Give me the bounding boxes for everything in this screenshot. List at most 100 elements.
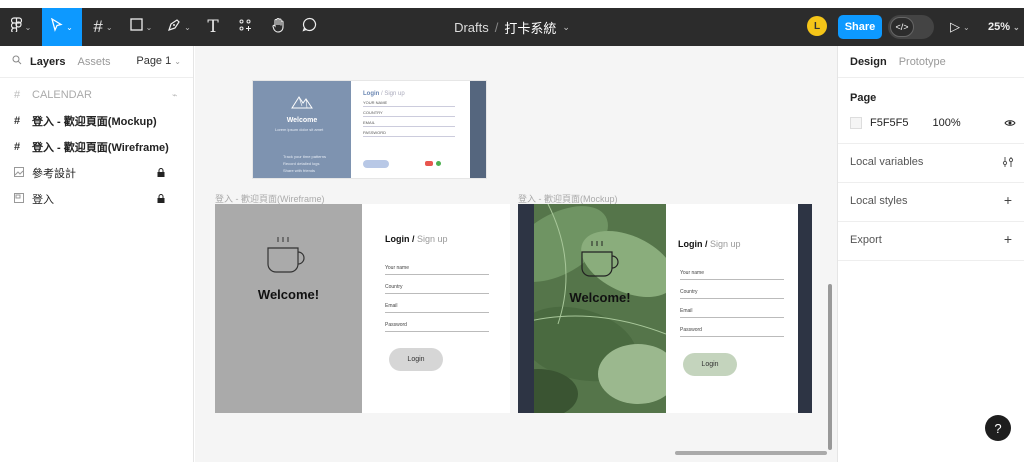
layer-label: 登入 [32,194,54,206]
left-panel: Layers Assets Page 1 ⌄ # CALENDAR ⌁ # 登入… [0,46,194,462]
mockup-email-field[interactable]: Email [680,308,784,318]
zoom-control[interactable]: 25% ⌄ [988,8,1020,46]
square-icon [129,18,143,36]
mockup-welcome: Welcome! [569,290,631,305]
comment-tool-button[interactable] [296,8,322,46]
mockup-login-button[interactable]: Login [683,353,737,376]
local-variables-section[interactable]: Local variables [838,144,1024,183]
thumb-edge [470,81,486,178]
mockup-login-title: Login / Sign up [678,239,741,249]
comment-icon [301,17,317,37]
reference-design-frame[interactable]: Welcome Lorem ipsum dolor sit amet Track… [253,81,486,178]
present-button[interactable]: ▷ ⌄ [950,8,970,46]
hash-icon: # [14,141,21,153]
plus-icon[interactable]: + [1004,192,1012,208]
frame-tool-button[interactable]: # ⌄ [86,8,120,46]
mountain-icon [291,96,313,109]
page-heading: Page [850,92,877,104]
chevron-down-icon: ⌄ [174,57,181,66]
wireframe-hero-panel: Welcome! [215,204,362,413]
play-icon: ▷ [950,19,960,34]
wireframe-email-field[interactable]: Email [385,303,489,313]
hand-tool-button[interactable] [264,8,292,46]
resources-icon [238,18,252,37]
eye-icon[interactable] [1004,118,1016,130]
horizontal-scrollbar[interactable] [675,451,827,455]
wireframe-frame[interactable]: Welcome! Login / Sign up Your name Count… [215,204,510,413]
mockup-hero-panel: Welcome! [518,204,666,413]
thumb-login-button [363,160,389,168]
dev-mode-toggle[interactable]: </> [888,15,934,39]
export-section[interactable]: Export + [838,222,1024,261]
thumb-login-text: Login [363,91,380,97]
chevron-down-icon: ⌄ [1013,22,1020,32]
mockup-password-field[interactable]: Password [680,327,784,337]
thumb-field: COUNTRY [363,107,455,117]
mockup-frame[interactable]: Welcome! Login / Sign up Your name Count… [518,204,812,413]
layer-reference[interactable]: 參考設計 [0,160,193,186]
hand-icon [271,17,286,38]
page-color-swatch[interactable] [850,117,862,129]
hash-icon: # [14,115,21,127]
right-panel: Design Prototype Page F5F5F5 100% Local … [837,46,1024,462]
login-title-text: Login / [385,234,415,244]
tab-design[interactable]: Design [850,56,887,68]
layer-wireframe[interactable]: # 登入 - 歡迎頁面(Wireframe) [0,134,193,160]
toolbar: ⌄ ⌄ # ⌄ ⌄ ⌄ T Drafts / 打卡系統 ⌄ L Share </… [0,0,1024,46]
text-tool-button[interactable]: T [200,8,226,46]
search-icon[interactable] [12,55,22,68]
lock-icon[interactable] [157,167,165,179]
local-styles-section[interactable]: Local styles + [838,183,1024,222]
wireframe-password-field[interactable]: Password [385,322,489,332]
layer-calendar[interactable]: # CALENDAR ⌁ [0,82,193,108]
leaf-background-image [518,204,666,413]
mockup-name-field[interactable]: Your name [680,270,784,280]
shape-tool-button[interactable]: ⌄ [124,8,158,46]
page-opacity-value[interactable]: 100% [933,117,961,129]
coffee-cup-icon [267,237,305,273]
export-label: Export [850,234,882,246]
chevron-down-icon: ⌄ [963,22,970,32]
variables-icon[interactable] [1002,156,1014,171]
file-name[interactable]: 打卡系統 [504,18,556,37]
thumb-login-form: Login / Sign up YOUR NAME COUNTRY EMAIL … [363,91,455,137]
breadcrumb-project[interactable]: Drafts [454,20,489,35]
signup-link[interactable]: Sign up [417,234,448,244]
chevron-down-icon: ⌄ [105,22,113,32]
layer-mockup[interactable]: # 登入 - 歡迎頁面(Mockup) [0,108,193,134]
resources-button[interactable] [232,8,258,46]
move-tool-button[interactable]: ⌄ [42,8,82,46]
help-button[interactable]: ? [985,415,1011,441]
avatar[interactable]: L [807,16,827,36]
left-tabs: Layers Assets Page 1 ⌄ [0,46,193,78]
wireframe-country-field[interactable]: Country [385,284,489,294]
right-tabs: Design Prototype [838,46,1024,78]
page-color-row[interactable]: F5F5F5 100% [850,117,961,129]
wireframe-login-button[interactable]: Login [389,348,443,371]
page-color-value[interactable]: F5F5F5 [870,117,909,129]
local-variables-label: Local variables [850,156,924,168]
text-T-icon: T [207,17,219,37]
vertical-scrollbar[interactable] [828,284,832,450]
main-menu-button[interactable]: ⌄ [0,8,42,46]
plus-icon[interactable]: + [1004,231,1012,247]
wireframe-name-field[interactable]: Your name [385,265,489,275]
layer-label: 參考設計 [32,168,76,180]
page-selector[interactable]: Page 1 ⌄ [136,55,181,67]
tab-assets[interactable]: Assets [77,56,110,68]
mockup-country-field[interactable]: Country [680,289,784,299]
tab-prototype[interactable]: Prototype [899,56,946,68]
canvas[interactable]: Welcome Lorem ipsum dolor sit amet Track… [195,46,837,462]
thumb-bullet: Track your time patterns [283,154,326,159]
tab-layers[interactable]: Layers [30,56,65,68]
pen-tool-button[interactable]: ⌄ [162,8,196,46]
wireframe-login-title: Login / Sign up [385,234,448,244]
layer-login[interactable]: 登入 [0,186,193,212]
mockup-login-form: Login / Sign up [678,239,741,249]
chevron-down-icon[interactable]: ⌄ [562,22,570,33]
signup-link[interactable]: Sign up [710,239,741,249]
share-button[interactable]: Share [838,15,882,39]
lock-icon[interactable] [157,193,165,205]
image-icon [14,192,32,206]
pen-icon [167,18,181,37]
